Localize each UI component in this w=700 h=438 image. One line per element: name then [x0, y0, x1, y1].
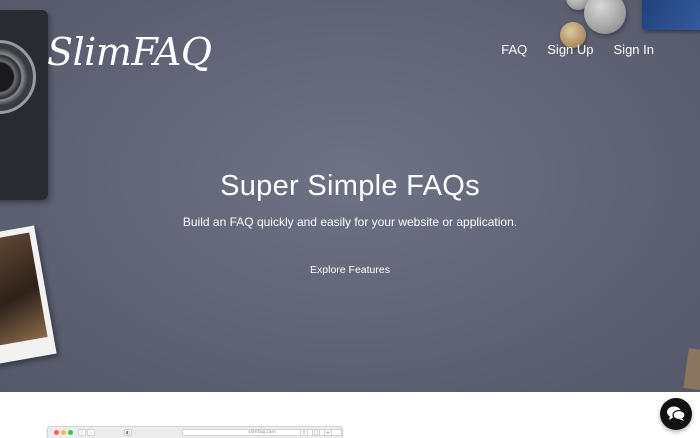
hero-cta-wrapper: Explore Features — [0, 258, 700, 277]
hero-title: Super Simple FAQs — [220, 170, 480, 202]
hero-section: SlimFAQ FAQ Sign Up Sign In Super Simple… — [0, 0, 700, 392]
share-icon: ⇪ — [300, 429, 308, 436]
coin-decoration — [584, 0, 626, 34]
photo-image-decoration — [0, 232, 48, 350]
tabs-icon: ▢ — [312, 429, 320, 436]
window-maximize-dot-icon — [68, 430, 73, 435]
back-arrow-icon: ‹ — [78, 429, 86, 436]
credit-card-decoration — [642, 0, 700, 30]
nav-sign-up-link[interactable]: Sign Up — [547, 42, 593, 57]
site-logo[interactable]: SlimFAQ — [47, 30, 212, 74]
nav-faq-link[interactable]: FAQ — [501, 42, 527, 57]
main-nav: FAQ Sign Up Sign In — [501, 42, 654, 57]
privacy-icon: ◐ — [124, 429, 132, 436]
window-close-dot-icon — [54, 430, 59, 435]
chat-bubbles-icon — [667, 406, 686, 421]
photo-decoration — [0, 225, 57, 369]
desk-item-decoration — [683, 348, 700, 392]
nav-sign-in-link[interactable]: Sign In — [614, 42, 654, 57]
browser-mockup: ‹ › ◐ slimfaq.com ⇪ ▢ + — [47, 426, 343, 438]
add-tab-icon: + — [324, 429, 332, 436]
hero-subtitle: Build an FAQ quickly and easily for your… — [182, 215, 518, 229]
explore-features-link[interactable]: Explore Features — [310, 264, 390, 276]
chat-widget-button[interactable] — [660, 398, 692, 430]
window-minimize-dot-icon — [61, 430, 66, 435]
forward-arrow-icon: › — [87, 429, 95, 436]
